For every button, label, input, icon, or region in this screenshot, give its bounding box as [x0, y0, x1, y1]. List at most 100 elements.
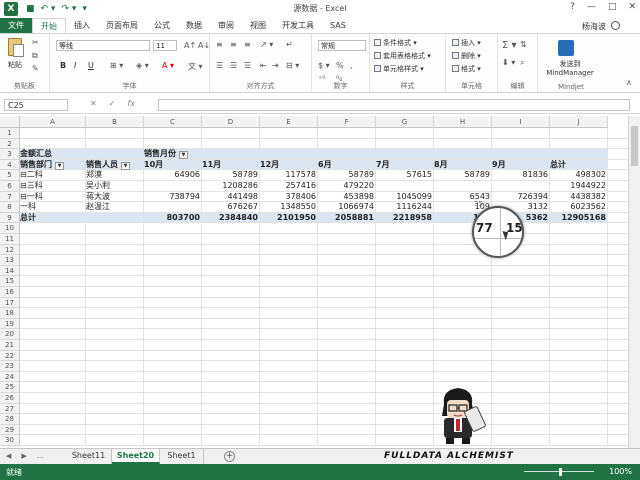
pivot-dept-cell[interactable]: ⊟二科 [20, 170, 86, 180]
pivot-value-cell[interactable] [434, 181, 492, 191]
wrap-text-icon[interactable]: ↵ [286, 40, 293, 49]
pivot-person-cell[interactable]: 蒋大波 [86, 192, 144, 202]
pivot-title-cell[interactable]: 金额汇总 [20, 149, 86, 159]
enter-icon[interactable]: ✓ [109, 99, 116, 108]
vertical-scroll-thumb[interactable] [631, 126, 638, 166]
row-header-9[interactable]: 9 [0, 212, 20, 224]
pivot-value-cell[interactable]: 1944922 [550, 181, 608, 191]
pivot-total-value-cell[interactable]: 2218958 [376, 213, 434, 223]
column-header-g[interactable]: G [376, 116, 434, 128]
row-header-16[interactable]: 16 [0, 287, 20, 298]
tab-formulas[interactable]: 公式 [146, 18, 178, 33]
row-header-22[interactable]: 22 [0, 350, 20, 362]
pivot-month-header[interactable]: 6月 [318, 160, 376, 170]
pivot-value-cell[interactable]: 378406 [260, 192, 318, 202]
row-header-6[interactable]: 6 [0, 181, 20, 192]
save-icon[interactable]: ■ [26, 4, 35, 14]
row-header-13[interactable]: 13 [0, 255, 20, 266]
underline-button[interactable]: U [88, 61, 94, 70]
percent-icon[interactable]: % [336, 61, 344, 70]
shrink-font-icon[interactable]: A↓ [198, 41, 210, 50]
row-header-26[interactable]: 26 [0, 393, 20, 404]
close-button[interactable]: ✕ [628, 2, 636, 12]
increase-indent-icon[interactable]: ⇥ [272, 61, 279, 70]
minimize-button[interactable]: — [587, 2, 596, 12]
row-header-20[interactable]: 20 [0, 329, 20, 340]
row-header-27[interactable]: 27 [0, 403, 20, 415]
pivot-value-cell[interactable]: 64906 [144, 170, 202, 180]
maximize-button[interactable]: □ [608, 2, 617, 12]
insert-cells-button[interactable]: 插入 ▾ [452, 38, 481, 48]
row-header-18[interactable]: 18 [0, 308, 20, 319]
row-header-25[interactable]: 25 [0, 382, 20, 393]
font-color-icon[interactable]: A ▾ [162, 61, 174, 70]
pivot-month-header[interactable]: 12月 [260, 160, 318, 170]
row-header-1[interactable]: 1 [0, 128, 20, 139]
tab-file[interactable]: 文件 [0, 18, 32, 33]
pivot-person-cell[interactable]: 郑漠 [86, 170, 144, 180]
column-filter-dropdown-icon[interactable]: ▼ [179, 151, 188, 160]
comma-style-icon[interactable]: , [350, 61, 353, 70]
pivot-value-cell[interactable]: 1208286 [202, 181, 260, 191]
sheet-tab-sheet1[interactable]: Sheet1 [160, 449, 204, 464]
tab-home[interactable]: 开始 [32, 18, 66, 34]
align-right-icon[interactable]: ☰ [244, 61, 251, 70]
tab-review[interactable]: 审阅 [210, 18, 242, 33]
select-all-corner[interactable] [0, 116, 20, 128]
tab-developer[interactable]: 开发工具 [274, 18, 322, 33]
conditional-formatting-button[interactable]: 条件格式 ▾ [374, 38, 417, 48]
pivot-total-value-cell[interactable]: 12905168 [550, 213, 608, 223]
prev-sheet-icon[interactable]: ◀ [6, 452, 11, 460]
row-header-3[interactable]: 3 [0, 149, 20, 160]
dept-filter-dropdown-icon[interactable]: ▼ [55, 161, 64, 170]
tab-view[interactable]: 视图 [242, 18, 274, 33]
pivot-total-value-cell[interactable]: 2058881 [318, 213, 376, 223]
zoom-slider-knob[interactable] [559, 468, 562, 476]
pivot-value-cell[interactable]: 738794 [144, 192, 202, 202]
column-header-h[interactable]: H [434, 116, 492, 128]
row-header-29[interactable]: 29 [0, 424, 20, 436]
pivot-value-cell[interactable]: 479220 [318, 181, 376, 191]
currency-icon[interactable]: $ ▾ [318, 61, 330, 70]
customize-qat-icon[interactable]: ▾ [82, 4, 87, 14]
tab-sas[interactable]: SAS [322, 18, 354, 33]
pivot-value-cell[interactable]: 58789 [434, 170, 492, 180]
format-painter-icon[interactable]: ✎ [32, 64, 39, 73]
pivot-dept-cell[interactable]: ⊟三科 [20, 181, 86, 191]
pivot-person-cell[interactable]: 吴小利 [86, 181, 144, 191]
pivot-value-cell[interactable]: 1348550 [260, 202, 318, 212]
pivot-value-cell[interactable]: 6023562 [550, 202, 608, 212]
pivot-value-cell[interactable] [492, 181, 550, 191]
pivot-total-value-cell[interactable]: 2101950 [260, 213, 318, 223]
paste-icon[interactable] [8, 38, 24, 57]
fill-color-icon[interactable]: ◈ ▾ [136, 61, 149, 70]
pivot-value-cell[interactable]: 257416 [260, 181, 318, 191]
add-sheet-button[interactable]: + [224, 451, 235, 462]
send-to-mindmanager-button[interactable]: 发送到 MindManager [542, 60, 598, 78]
cell-styles-button[interactable]: 单元格样式 ▾ [374, 64, 424, 74]
pivot-value-cell[interactable]: 57615 [376, 170, 434, 180]
user-avatar-icon[interactable] [611, 21, 620, 30]
pivot-value-cell[interactable]: 676267 [202, 202, 260, 212]
cancel-icon[interactable]: ✕ [90, 99, 97, 108]
pivot-row-field-person-cell[interactable]: 销售人员 ▼ [86, 160, 144, 170]
row-header-17[interactable]: 17 [0, 297, 20, 309]
grow-font-icon[interactable]: A↑ [184, 41, 196, 50]
row-header-11[interactable]: 11 [0, 234, 20, 245]
pivot-value-cell[interactable]: 6543 [434, 192, 492, 202]
row-header-21[interactable]: 21 [0, 340, 20, 351]
merge-center-icon[interactable]: ⊟ ▾ [286, 61, 299, 70]
copy-icon[interactable]: ⧉ [32, 51, 38, 61]
pivot-value-cell[interactable] [144, 202, 202, 212]
insert-function-icon[interactable]: fx [127, 99, 135, 108]
border-icon[interactable]: ⊞ ▾ [110, 61, 123, 70]
fill-icon[interactable]: ⬇ ▾ [502, 58, 515, 67]
row-header-24[interactable]: 24 [0, 371, 20, 383]
row-header-30[interactable]: 30 [0, 435, 20, 446]
pivot-month-header[interactable]: 总计 [550, 160, 608, 170]
formula-input[interactable] [158, 99, 630, 111]
column-header-a[interactable]: A [20, 116, 86, 128]
bold-button[interactable]: B [60, 61, 66, 70]
row-header-15[interactable]: 15 [0, 276, 20, 287]
row-header-2[interactable]: 2 [0, 138, 20, 150]
